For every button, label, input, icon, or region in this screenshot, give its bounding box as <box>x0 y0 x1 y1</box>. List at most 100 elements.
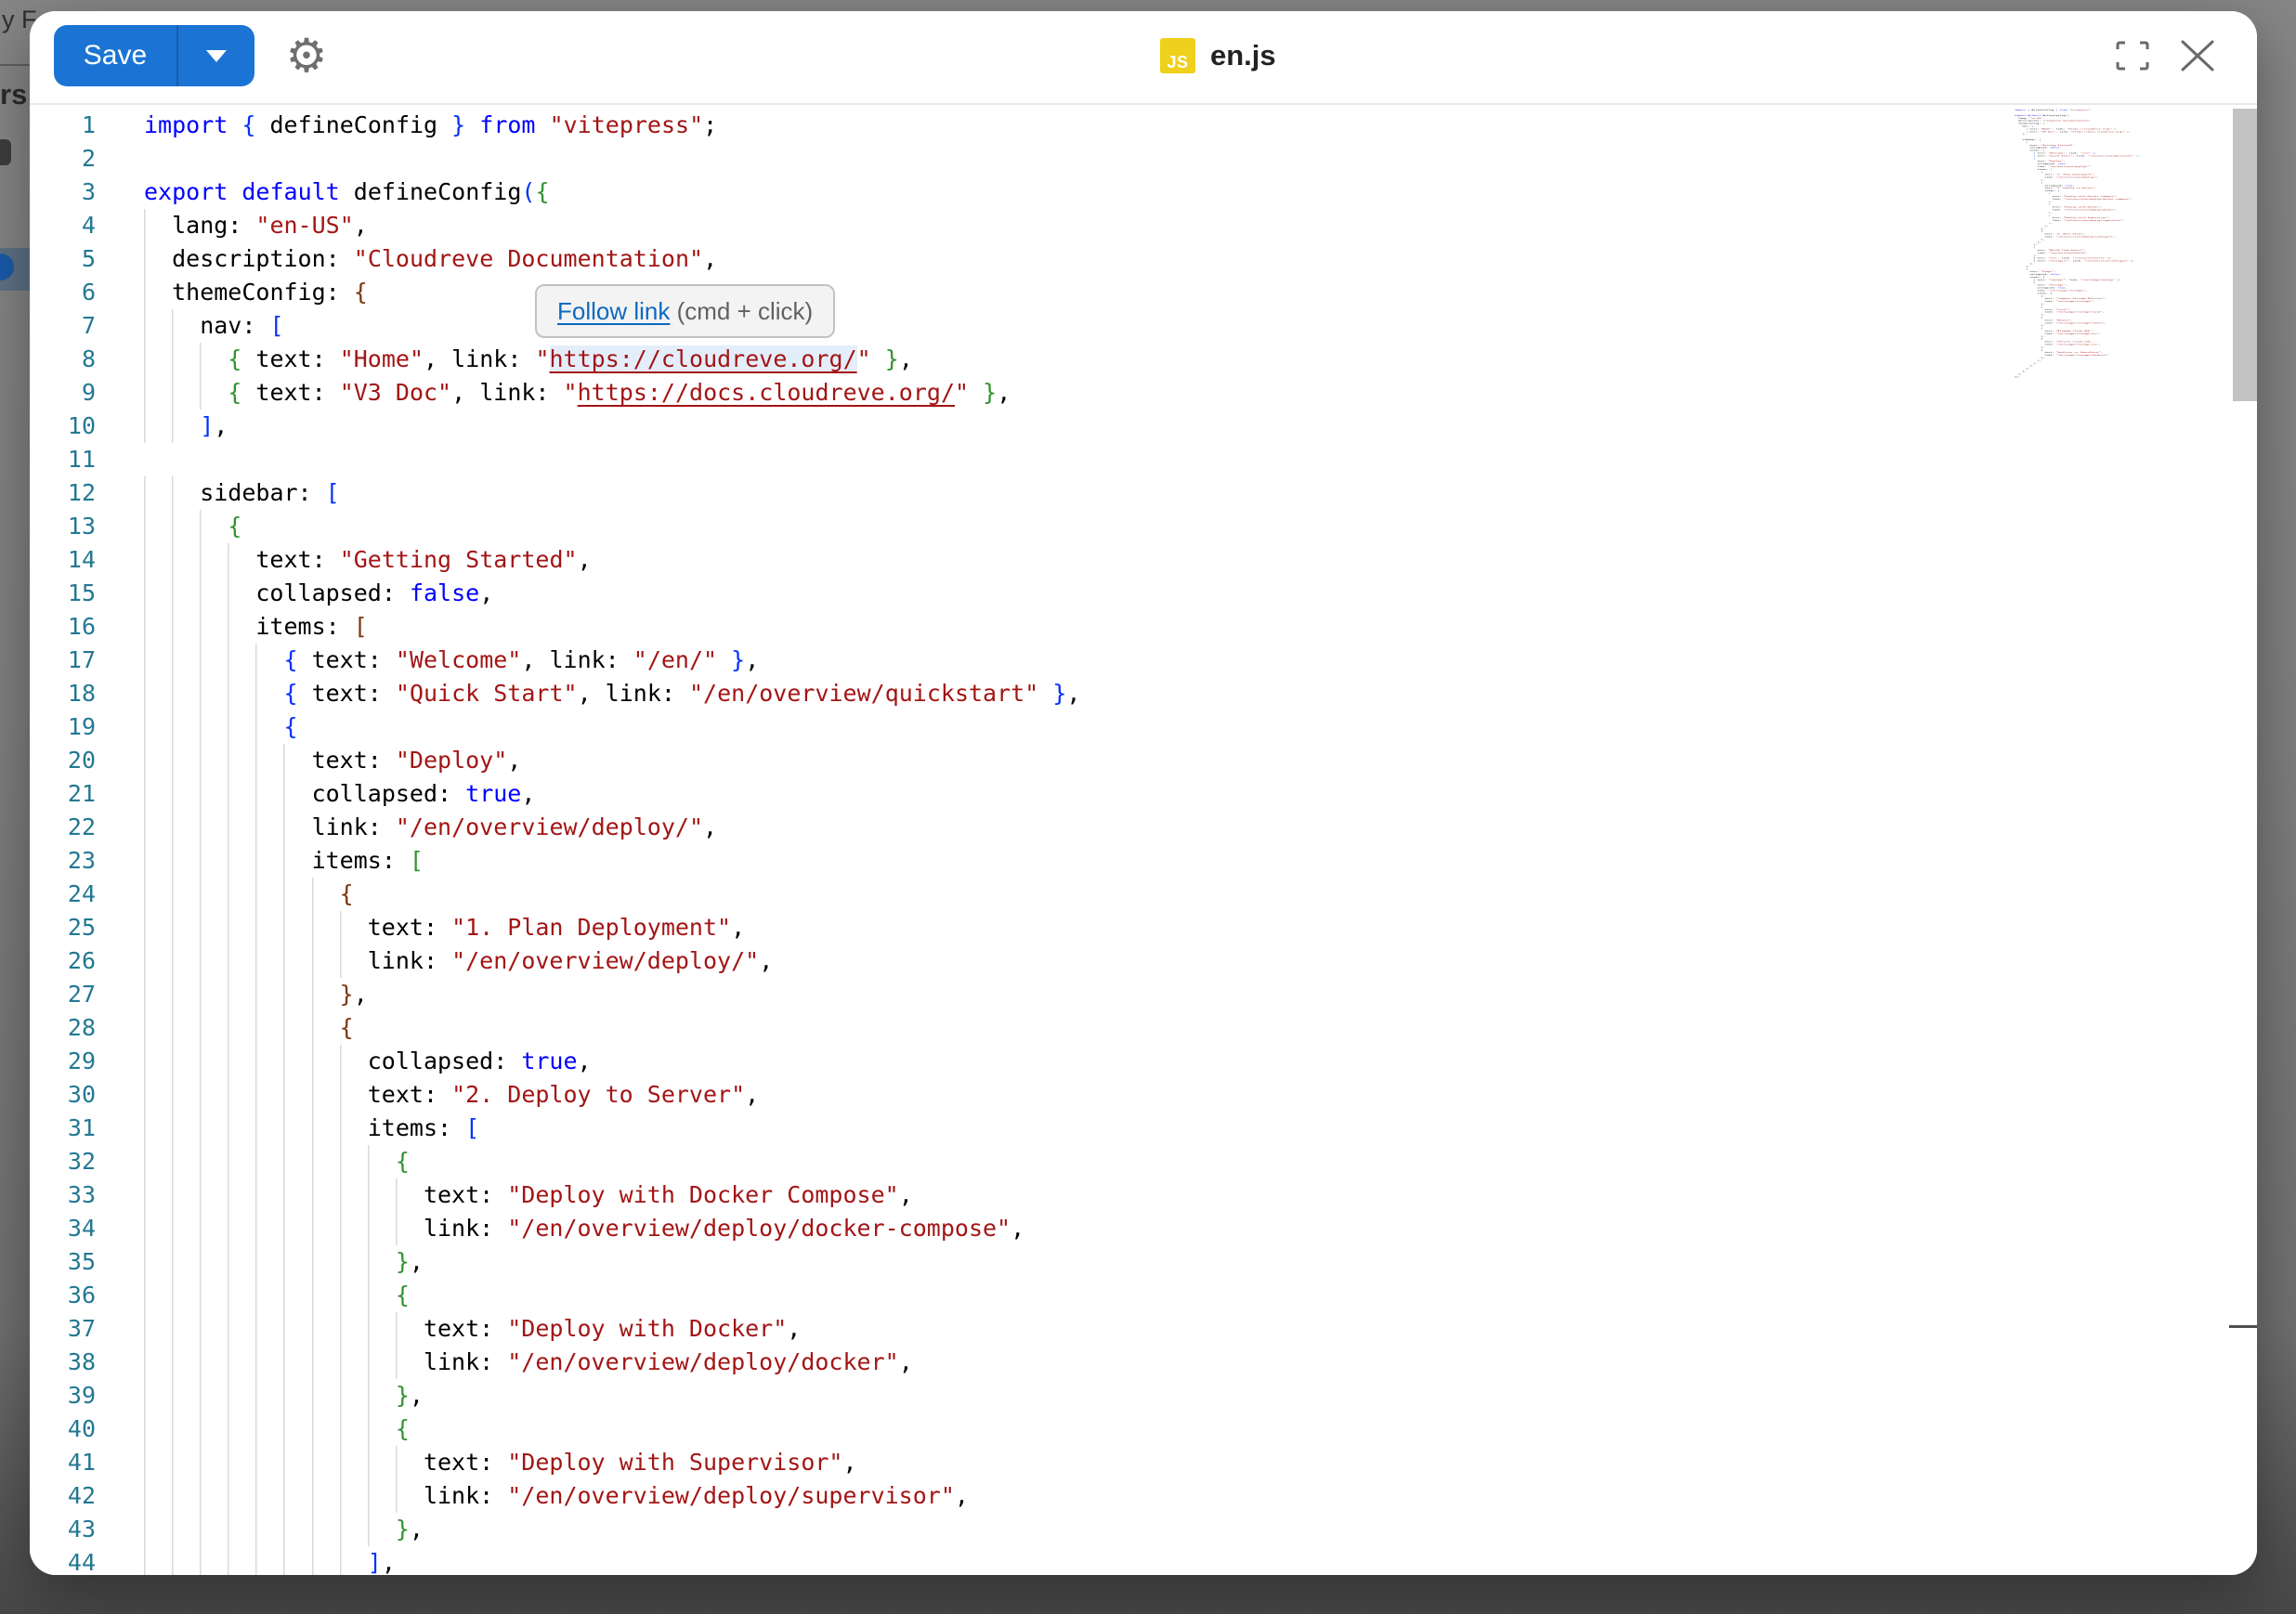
line-number: 36 <box>30 1279 96 1312</box>
code-line[interactable]: 14 text: "Getting Started", <box>30 543 2008 577</box>
code-line[interactable]: 33 text: "Deploy with Docker Compose", <box>30 1178 2008 1212</box>
minimap-content: import { defineConfig } from "vitepress"… <box>2015 109 2189 378</box>
close-button[interactable] <box>2175 33 2220 78</box>
settings-button[interactable]: ⚙ <box>279 28 334 84</box>
code-line[interactable]: 10 ], <box>30 410 2008 443</box>
code-line[interactable]: 25 text: "1. Plan Deployment", <box>30 911 2008 944</box>
line-number: 13 <box>30 510 96 543</box>
dialog-title: en.js <box>1210 39 1276 72</box>
code-line[interactable]: 7 nav: [ <box>30 309 2008 343</box>
line-number: 2 <box>30 142 96 176</box>
code-line[interactable]: 8 { text: "Home", link: "https://cloudre… <box>30 343 2008 376</box>
code-line[interactable]: 1import { defineConfig } from "vitepress… <box>30 109 2008 142</box>
line-number: 21 <box>30 777 96 811</box>
minimap[interactable]: import { defineConfig } from "vitepress"… <box>2015 109 2247 545</box>
code-line[interactable]: 16 items: [ <box>30 610 2008 644</box>
follow-link-action[interactable]: Follow link <box>557 297 670 326</box>
line-number: 41 <box>30 1446 96 1479</box>
code-line[interactable]: 5 description: "Cloudreve Documentation"… <box>30 242 2008 276</box>
line-number: 19 <box>30 710 96 744</box>
code-line[interactable]: 6 themeConfig: { <box>30 276 2008 309</box>
code-line[interactable]: 30 text: "2. Deploy to Server", <box>30 1078 2008 1112</box>
code-editor[interactable]: 1 import { defineConfig } from "vitepress… <box>30 107 2257 1575</box>
close-icon <box>2180 40 2215 72</box>
code-line[interactable]: 43 }, <box>30 1513 2008 1546</box>
line-number: 18 <box>30 677 96 710</box>
javascript-file-icon: JS <box>1160 38 1195 73</box>
line-number: 28 <box>30 1011 96 1045</box>
code-line[interactable]: 2 <box>30 142 2008 176</box>
tooltip-hint: (cmd + click) <box>670 297 813 326</box>
code-line[interactable]: 19 { <box>30 710 2008 744</box>
line-number: 14 <box>30 543 96 577</box>
save-options-button[interactable] <box>178 25 254 86</box>
code-line[interactable]: 21 collapsed: true, <box>30 777 2008 811</box>
fullscreen-icon <box>2116 41 2149 71</box>
code-line[interactable]: 32 { <box>30 1145 2008 1178</box>
background-button-fragment <box>0 139 11 165</box>
background-sidebar-text: rs <box>0 78 27 111</box>
save-button[interactable]: Save <box>54 25 176 86</box>
line-number: 30 <box>30 1078 96 1112</box>
code-line[interactable]: 9 { text: "V3 Doc", link: "https://docs.… <box>30 376 2008 410</box>
line-number: 37 <box>30 1312 96 1346</box>
line-number: 6 <box>30 276 96 309</box>
chevron-down-icon <box>206 50 227 62</box>
line-number: 22 <box>30 811 96 844</box>
line-number: 1 <box>30 109 96 142</box>
code-line[interactable]: 35 }, <box>30 1245 2008 1279</box>
code-line[interactable]: 34 link: "/en/overview/deploy/docker-com… <box>30 1212 2008 1245</box>
line-number: 17 <box>30 644 96 677</box>
line-number: 4 <box>30 209 96 242</box>
line-number: 23 <box>30 844 96 878</box>
line-number: 20 <box>30 744 96 777</box>
line-number: 10 <box>30 410 96 443</box>
gear-icon: ⚙ <box>286 29 328 83</box>
code-line[interactable]: 27 }, <box>30 978 2008 1011</box>
code-line[interactable]: 39 }, <box>30 1379 2008 1412</box>
line-number: 25 <box>30 911 96 944</box>
code-line[interactable]: 26 link: "/en/overview/deploy/", <box>30 944 2008 978</box>
code-line[interactable]: 3export default defineConfig({ <box>30 176 2008 209</box>
code-line[interactable]: 41 text: "Deploy with Supervisor", <box>30 1446 2008 1479</box>
line-number: 3 <box>30 176 96 209</box>
code-line[interactable]: 29 collapsed: true, <box>30 1045 2008 1078</box>
code-line[interactable]: 13 { <box>30 510 2008 543</box>
line-number: 40 <box>30 1412 96 1446</box>
line-number: 12 <box>30 476 96 510</box>
code-line[interactable]: 11 <box>30 443 2008 476</box>
line-number: 42 <box>30 1479 96 1513</box>
code-line[interactable]: 38 link: "/en/overview/deploy/docker", <box>30 1346 2008 1379</box>
code-line[interactable]: 18 { text: "Quick Start", link: "/en/ove… <box>30 677 2008 710</box>
code-line[interactable]: 28 { <box>30 1011 2008 1045</box>
link-hover-tooltip: Follow link (cmd + click) <box>535 284 835 338</box>
line-number: 7 <box>30 309 96 343</box>
line-number: 16 <box>30 610 96 644</box>
fullscreen-button[interactable] <box>2110 33 2155 78</box>
code-line[interactable]: 40 { <box>30 1412 2008 1446</box>
code-line[interactable]: 12 sidebar: [ <box>30 476 2008 510</box>
line-number: 27 <box>30 978 96 1011</box>
code-line[interactable]: 42 link: "/en/overview/deploy/supervisor… <box>30 1479 2008 1513</box>
code-line[interactable]: 22 link: "/en/overview/deploy/", <box>30 811 2008 844</box>
line-number: 29 <box>30 1045 96 1078</box>
line-number: 31 <box>30 1112 96 1145</box>
file-title-group: JS en.js <box>1160 35 1276 76</box>
line-number: 38 <box>30 1346 96 1379</box>
code-line[interactable]: 20 text: "Deploy", <box>30 744 2008 777</box>
line-number: 26 <box>30 944 96 978</box>
code-line[interactable]: 44 ], <box>30 1546 2008 1575</box>
code-line[interactable]: 37 text: "Deploy with Docker", <box>30 1312 2008 1346</box>
vertical-scrollbar-thumb[interactable] <box>2233 109 2257 401</box>
code-line[interactable]: 23 items: [ <box>30 844 2008 878</box>
code-line[interactable]: 17 { text: "Welcome", link: "/en/" }, <box>30 644 2008 677</box>
code-line[interactable]: 36 { <box>30 1279 2008 1312</box>
code-line[interactable]: 15 collapsed: false, <box>30 577 2008 610</box>
code-line[interactable]: 4 lang: "en-US", <box>30 209 2008 242</box>
line-number: 15 <box>30 577 96 610</box>
code-editor-dialog: Save ⚙ JS en.js <box>30 11 2257 1575</box>
code-line[interactable]: 31 items: [ <box>30 1112 2008 1145</box>
code-line[interactable]: 24 { <box>30 878 2008 911</box>
line-number: 8 <box>30 343 96 376</box>
line-number: 33 <box>30 1178 96 1212</box>
